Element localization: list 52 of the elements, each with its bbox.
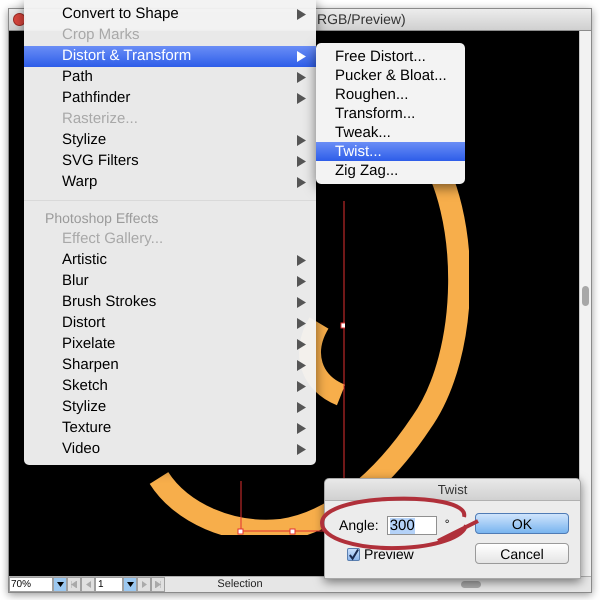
submenu-item[interactable]: Twist... bbox=[316, 142, 465, 161]
menu-item[interactable]: Stylize bbox=[24, 397, 316, 418]
preview-checkbox[interactable] bbox=[347, 548, 360, 561]
caret-icon bbox=[126, 582, 134, 587]
menu-item[interactable]: Distort bbox=[24, 313, 316, 334]
angle-value: 300 bbox=[390, 518, 415, 534]
horizontal-scroll-thumb[interactable] bbox=[461, 581, 481, 588]
zoom-dropdown-button[interactable] bbox=[53, 577, 67, 592]
menu-item[interactable]: Sketch bbox=[24, 376, 316, 397]
dialog-button[interactable]: OK bbox=[475, 513, 569, 534]
menu-item[interactable]: Artistic bbox=[24, 250, 316, 271]
menu-item[interactable]: Pixelate bbox=[24, 334, 316, 355]
page-field[interactable]: 1 bbox=[95, 577, 123, 592]
menu-section-header: Photoshop Effects bbox=[44, 209, 160, 228]
last-page-icon bbox=[155, 581, 161, 588]
next-icon bbox=[142, 581, 146, 588]
submenu-item[interactable]: Tweak... bbox=[316, 123, 465, 142]
zoom-field[interactable]: 70% bbox=[9, 577, 53, 592]
submenu-item[interactable]: Free Distort... bbox=[316, 47, 465, 66]
menu-item[interactable]: Pathfinder bbox=[24, 88, 316, 109]
previous-page-button[interactable] bbox=[81, 577, 95, 592]
menu-item[interactable]: SVG Filters bbox=[24, 151, 316, 172]
previous-icon bbox=[86, 581, 90, 588]
menu-item[interactable]: Texture bbox=[24, 418, 316, 439]
preview-label: Preview bbox=[364, 545, 414, 564]
checkmark-icon bbox=[348, 548, 359, 560]
menu-item[interactable]: Convert to Shape bbox=[24, 4, 316, 25]
dialog-title: Twist bbox=[325, 479, 580, 501]
menu-item[interactable]: Sharpen bbox=[24, 355, 316, 376]
first-page-icon bbox=[71, 581, 77, 588]
caret-icon bbox=[56, 582, 64, 587]
dialog-button[interactable]: Cancel bbox=[475, 543, 569, 564]
degree-unit: ° bbox=[444, 516, 450, 533]
menu-item[interactable]: Video bbox=[24, 439, 316, 460]
angle-label: Angle: bbox=[339, 516, 379, 535]
menu-item[interactable]: Brush Strokes bbox=[24, 292, 316, 313]
page-dropdown-button[interactable] bbox=[123, 577, 137, 592]
submenu-item[interactable]: Transform... bbox=[316, 104, 465, 123]
angle-field[interactable]: 300 bbox=[386, 516, 437, 535]
menu-item[interactable]: Distort & Transform bbox=[24, 46, 316, 67]
submenu-item[interactable]: Zig Zag... bbox=[316, 161, 465, 180]
last-page-button[interactable] bbox=[151, 577, 165, 592]
menu-item[interactable]: Stylize bbox=[24, 130, 316, 151]
menu-item[interactable]: Blur bbox=[24, 271, 316, 292]
vertical-scrollbar[interactable] bbox=[579, 31, 591, 576]
submenu-item[interactable]: Pucker & Bloat... bbox=[316, 66, 465, 85]
menu-item[interactable]: Path bbox=[24, 67, 316, 88]
tool-status: Selection bbox=[216, 577, 264, 592]
window-title: RGB/Preview) bbox=[317, 10, 406, 29]
menu-item[interactable]: Warp bbox=[24, 172, 316, 193]
scroll-thumb[interactable] bbox=[582, 286, 589, 306]
submenu-item[interactable]: Roughen... bbox=[316, 85, 465, 104]
